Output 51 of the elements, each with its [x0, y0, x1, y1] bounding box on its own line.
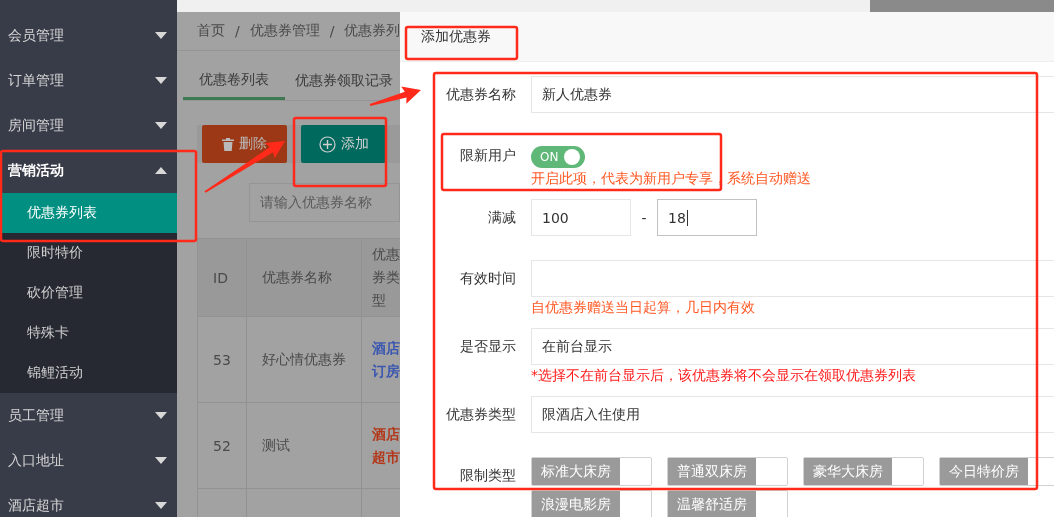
sidebar-subitem[interactable]: 优惠券列表: [0, 193, 177, 233]
sidebar-menu-item[interactable]: 会员管理: [0, 13, 177, 58]
tab[interactable]: 优惠卷列表: [183, 62, 285, 100]
breadcrumb-link[interactable]: 首页: [197, 22, 225, 40]
hint-text: *选择不在前台显示后，该优惠券将不会显示在领取优惠券列表: [531, 367, 917, 384]
annotation-arrow: [369, 86, 421, 106]
sidebar-menu-item[interactable]: 营销活动: [0, 148, 177, 193]
column-header: 优惠券名称: [261, 268, 332, 285]
input-field[interactable]: 新人优惠券: [531, 76, 1054, 113]
field-label: 限制类型: [459, 466, 516, 485]
tab[interactable]: 优惠券领取记录: [285, 62, 393, 100]
input-field[interactable]: 100: [531, 199, 631, 236]
column-header: 优惠券类型: [371, 245, 400, 310]
sidebar-menu-item[interactable]: 入口地址: [0, 438, 177, 483]
input-field[interactable]: 在前台显示: [531, 328, 1054, 365]
field-label: 是否显示: [459, 337, 516, 356]
input-field[interactable]: [531, 260, 1054, 297]
breadcrumb-link[interactable]: 优惠券管理: [249, 22, 320, 40]
range-separator: -: [640, 209, 648, 226]
add-button[interactable]: 添加: [301, 125, 386, 163]
table-cell: 好心情优惠券: [261, 350, 346, 367]
dialog-title: 添加优惠券: [400, 12, 1054, 62]
field-label: 优惠券名称: [445, 85, 516, 104]
sidebar-subitem[interactable]: 特殊卡: [0, 313, 177, 353]
hint-text: 自优惠券赠送当日起算，几日内有效: [531, 299, 756, 316]
sidebar-menu-item[interactable]: 订单管理: [0, 58, 177, 103]
sidebar-menu-item[interactable]: 酒店超市: [0, 483, 177, 517]
input-field[interactable]: 18: [657, 199, 757, 236]
field-label: 满减: [487, 208, 516, 227]
table-cell: 52: [213, 437, 231, 454]
plus-circle-icon: [318, 135, 336, 153]
trash-icon: [222, 137, 234, 151]
input-field[interactable]: 限酒店入住使用: [531, 396, 1054, 433]
type-label: 酒店订房: [371, 338, 400, 381]
column-header: ID: [213, 269, 228, 286]
field-label: 优惠券类型: [445, 405, 516, 424]
delete-button[interactable]: 删除: [202, 125, 287, 163]
table-cell: 53: [213, 351, 231, 368]
sidebar-subitem[interactable]: 锦鲤活动: [0, 353, 177, 393]
breadcrumb-separator: /: [329, 23, 335, 39]
table-cell: 测试: [261, 436, 290, 453]
type-label: 酒店超市: [371, 424, 400, 467]
breadcrumb-link[interactable]: 优惠券列: [344, 22, 400, 40]
field-label: 有效时间: [459, 269, 516, 288]
breadcrumb-separator: /: [235, 23, 240, 39]
field-label: 限新用户: [459, 146, 516, 165]
hint-text: 开启此项，代表为新用户专享，系统自动赠送: [531, 170, 811, 187]
sidebar-subitem[interactable]: 砍价管理: [0, 273, 177, 313]
sidebar-subitem[interactable]: 限时特价: [0, 233, 177, 273]
sidebar-menu-item[interactable]: 房间管理: [0, 103, 177, 148]
sidebar-menu-item[interactable]: 员工管理: [0, 393, 177, 438]
